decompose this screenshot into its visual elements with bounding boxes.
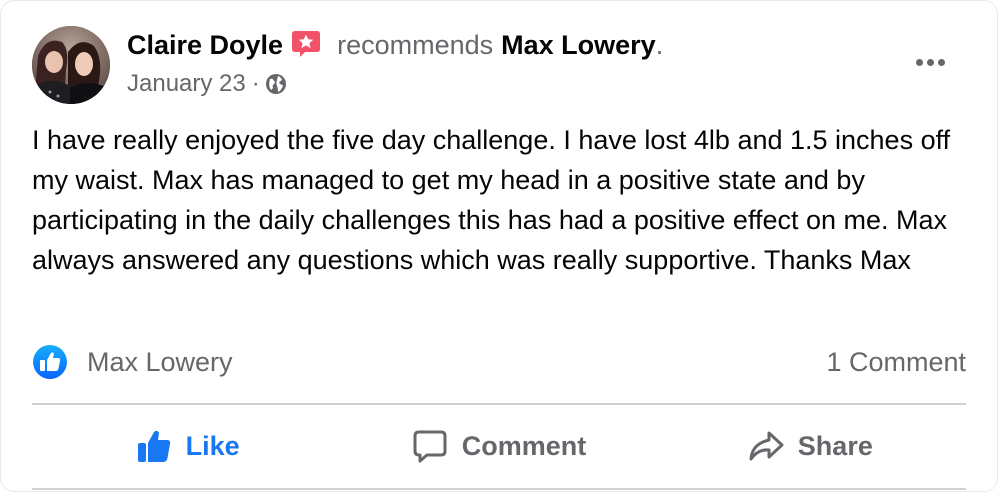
avatar-photo <box>32 26 110 104</box>
meta-separator: · <box>251 70 260 97</box>
post-body-text: I have really enjoyed the five day chall… <box>32 125 951 275</box>
recommends-label: recommends <box>337 29 494 60</box>
comment-count-link[interactable]: 1 Comment <box>826 342 966 382</box>
like-reaction-icon <box>32 344 68 380</box>
star-badge-icon <box>291 30 321 58</box>
post-header: Claire Doyle recommends Max Lowery . <box>127 28 663 62</box>
reactor-name: Max Lowery <box>87 346 233 377</box>
speech-bubble-icon <box>413 430 447 463</box>
more-dots-icon <box>915 58 923 66</box>
recommended-page-name[interactable]: Max Lowery <box>501 30 656 61</box>
globe-icon[interactable] <box>265 73 287 95</box>
more-dots-icon <box>926 58 934 66</box>
share-button[interactable]: Share <box>655 408 966 484</box>
comment-label: Comment <box>461 430 587 461</box>
header-period: . <box>655 29 664 60</box>
like-label: Like <box>185 430 240 461</box>
post-actions-bar: Like Comment Share <box>32 408 966 484</box>
share-arrow-icon <box>749 431 784 461</box>
post-meta: January 23 · <box>127 68 287 100</box>
author-avatar[interactable] <box>32 26 110 104</box>
divider-top <box>32 403 966 405</box>
like-button[interactable]: Like <box>32 408 343 484</box>
divider-bottom <box>32 488 966 490</box>
recommendation-post-card: Claire Doyle recommends Max Lowery . Jan… <box>0 0 998 492</box>
post-date[interactable]: January 23 <box>127 70 246 98</box>
more-dots-icon <box>937 58 945 66</box>
author-name[interactable]: Claire Doyle <box>127 30 283 61</box>
thumbs-up-icon <box>137 430 170 462</box>
share-label: Share <box>797 430 873 461</box>
more-options-button[interactable] <box>906 44 954 80</box>
reactions-summary[interactable]: Max Lowery <box>32 342 233 382</box>
comment-button[interactable]: Comment <box>343 408 654 484</box>
